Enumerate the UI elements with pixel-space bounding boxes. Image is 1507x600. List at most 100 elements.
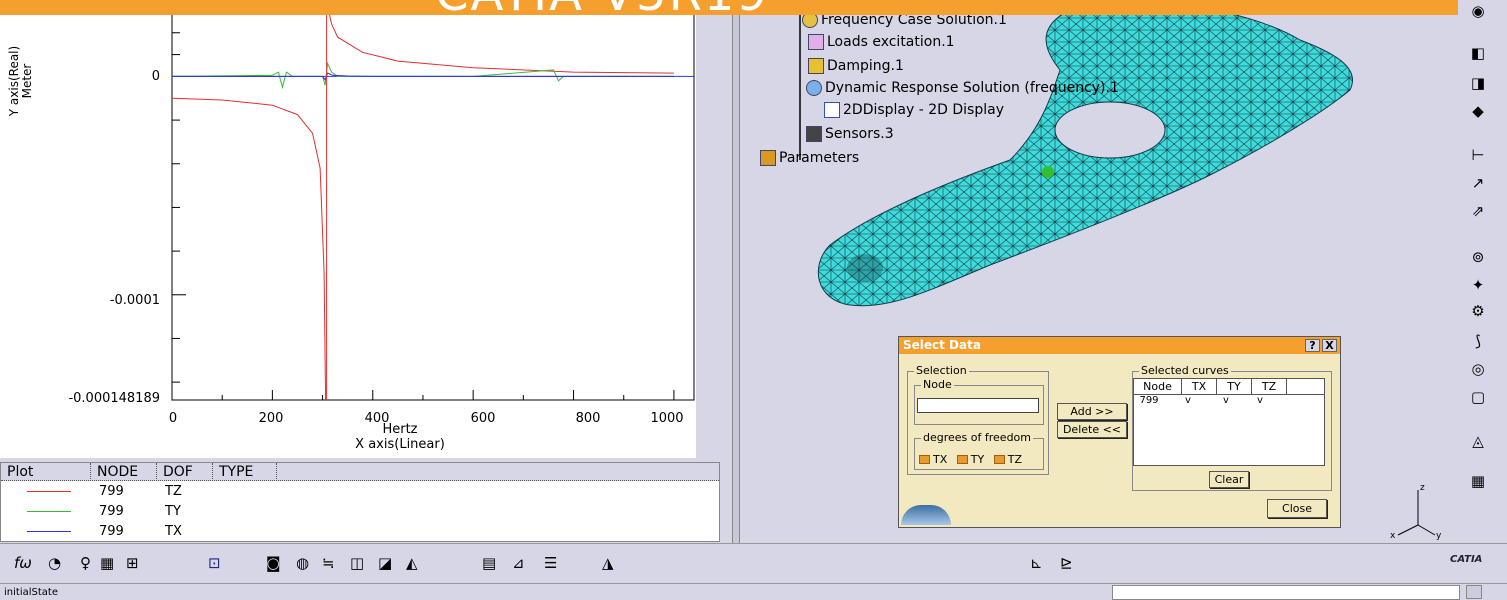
- legend-swatch: [27, 490, 71, 492]
- eye-icon[interactable]: ◍: [296, 554, 309, 572]
- node-group: Node: [914, 378, 1044, 425]
- selection-group: Selection Node degrees of freedom TX TY …: [907, 364, 1049, 475]
- compass-icon[interactable]: ◉: [1466, 0, 1490, 22]
- analysis-icon[interactable]: ⚙: [1466, 300, 1490, 322]
- tree-item-sensors[interactable]: Sensors.3: [806, 124, 894, 144]
- x-tick-label: 0: [168, 411, 178, 426]
- frame-icon[interactable]: ▢: [1466, 386, 1490, 408]
- command-input[interactable]: [1112, 585, 1460, 600]
- x-tick-label: 200: [258, 411, 284, 426]
- loads-icon: [808, 34, 824, 50]
- selection-group-label: Selection: [914, 364, 969, 377]
- banner-text: CATIA V5R19: [435, 0, 769, 15]
- force-icon[interactable]: ⇗: [1466, 200, 1490, 222]
- tree-item-dynamic-response[interactable]: Dynamic Response Solution (frequency).1: [806, 78, 1119, 98]
- legend-col-type: TYPE: [213, 463, 277, 481]
- list-icon[interactable]: ☰: [544, 554, 557, 572]
- status-bar: initialState: [0, 583, 1507, 600]
- plot-area: Y axis(Real) Meter 0 -0.0001 -0.000148189…: [0, 0, 696, 458]
- svg-text:x: x: [1390, 531, 1396, 540]
- dialog-logo-graphic: [901, 505, 951, 525]
- sensor-tool-icon[interactable]: ◬: [1466, 430, 1490, 452]
- animate-icon[interactable]: ◎: [1466, 358, 1490, 380]
- catalog-icon[interactable]: ◙: [266, 554, 281, 572]
- tx-checkbox[interactable]: TX: [919, 453, 947, 466]
- formula-icon[interactable]: fω: [14, 554, 32, 572]
- measure-icon[interactable]: ≒: [322, 554, 335, 572]
- selected-curves-table[interactable]: Node TX TY TZ 799 v v v: [1133, 378, 1325, 466]
- sensor-display-icon[interactable]: ◮: [602, 554, 614, 572]
- legend-swatch: [27, 510, 71, 512]
- comment-icon[interactable]: ◔: [48, 554, 61, 572]
- compute-icon[interactable]: ⊚: [1466, 246, 1490, 268]
- dialog-title-bar[interactable]: Select Data ? X: [899, 337, 1340, 354]
- selected-curves-label: Selected curves: [1139, 364, 1231, 377]
- right-toolbar: ◉ ◧ ◨ ◆ ⊢ ↗ ⇗ ⊚ ✦ ⚙ ⟆ ◎ ▢ ◬ ▦: [1452, 0, 1507, 543]
- mesh-bore: [847, 254, 883, 282]
- x-tick-label: 1000: [650, 411, 684, 426]
- status-text: initialState: [4, 587, 58, 598]
- curves-icon[interactable]: ◪: [378, 554, 392, 572]
- legend-dof: TX: [165, 523, 182, 539]
- series-line: [171, 0, 674, 401]
- compare-icon[interactable]: ◫: [350, 554, 364, 572]
- knowledge-icon[interactable]: ♀: [80, 554, 91, 572]
- help-button[interactable]: ?: [1305, 339, 1320, 352]
- x-tick-label: 800: [575, 411, 601, 426]
- load-icon[interactable]: ↗: [1466, 172, 1490, 194]
- sensor-node-marker: [1042, 166, 1054, 178]
- deform-icon[interactable]: ⟆: [1466, 330, 1490, 352]
- response-icon: [806, 80, 822, 96]
- delete-button[interactable]: Delete <<: [1057, 421, 1127, 438]
- y-tick-label: -0.000148189: [68, 391, 160, 406]
- legend-row[interactable]: 799 TX: [1, 521, 719, 541]
- table-icon[interactable]: ▦: [100, 554, 114, 572]
- tree-item-parameters[interactable]: Parameters: [760, 148, 859, 168]
- view-icon[interactable]: ◨: [1466, 72, 1490, 94]
- legend-col-plot: Plot: [1, 463, 91, 481]
- legend-node: 799: [99, 503, 124, 519]
- clear-button[interactable]: Clear: [1209, 471, 1249, 488]
- legend-row[interactable]: 799 TY: [1, 501, 719, 521]
- add-button[interactable]: Add >>: [1057, 403, 1127, 420]
- plot-legend-table: Plot NODE DOF TYPE 799 TZ 799 TY 799 TX: [0, 462, 720, 542]
- series-line: [172, 72, 674, 81]
- series-line: [171, 61, 674, 90]
- sketch-icon[interactable]: ▤: [482, 554, 496, 572]
- graph-window-icon[interactable]: ⊵: [1060, 554, 1073, 572]
- svg-text:y: y: [1436, 531, 1442, 540]
- dialog-title: Select Data: [903, 338, 981, 352]
- catia-logo: CATIA: [1450, 554, 1483, 565]
- chart-display-icon: [824, 102, 840, 118]
- axis-icon[interactable]: ⊿: [512, 554, 525, 572]
- plot-window: Y axis(Real) Meter 0 -0.0001 -0.000148189…: [0, 0, 732, 543]
- node-input[interactable]: [917, 398, 1039, 413]
- restraint-icon[interactable]: ⊢: [1466, 144, 1490, 166]
- render-icon[interactable]: ◆: [1466, 100, 1490, 122]
- title-banner: CATIA V5R19: [0, 0, 1458, 15]
- svg-text:z: z: [1420, 483, 1425, 493]
- ty-checkbox[interactable]: TY: [956, 453, 984, 466]
- sensor-icon: [806, 126, 822, 142]
- tree-item-2d-display[interactable]: 2DDisplay - 2D Display: [824, 100, 1004, 120]
- image-icon[interactable]: ✦: [1466, 274, 1490, 296]
- plot-frame: [171, 0, 695, 401]
- mesh-hole: [1054, 101, 1166, 159]
- node-group-label: Node: [921, 378, 954, 391]
- window-splitter[interactable]: [732, 0, 740, 543]
- dialog-close-button[interactable]: X: [1322, 339, 1337, 352]
- clipping-icon[interactable]: ◧: [1466, 42, 1490, 64]
- tree-item-damping[interactable]: Damping.1: [808, 56, 904, 76]
- table-row[interactable]: 799 v v v: [1134, 395, 1324, 407]
- graph-icon[interactable]: ⊾: [1030, 554, 1043, 572]
- tree-item-loads-excitation[interactable]: Loads excitation.1: [808, 32, 955, 52]
- report-icon[interactable]: ▦: [1466, 470, 1490, 492]
- legend-col-dof: DOF: [157, 463, 213, 481]
- command-button[interactable]: [1466, 585, 1482, 599]
- fit-all-icon[interactable]: ⊡: [208, 554, 221, 572]
- design-table-icon[interactable]: ⊞: [126, 554, 139, 572]
- close-button[interactable]: Close: [1267, 499, 1327, 518]
- tz-checkbox[interactable]: TZ: [993, 453, 1022, 466]
- update-icon[interactable]: ◭: [406, 554, 418, 572]
- legend-row[interactable]: 799 TZ: [1, 481, 719, 501]
